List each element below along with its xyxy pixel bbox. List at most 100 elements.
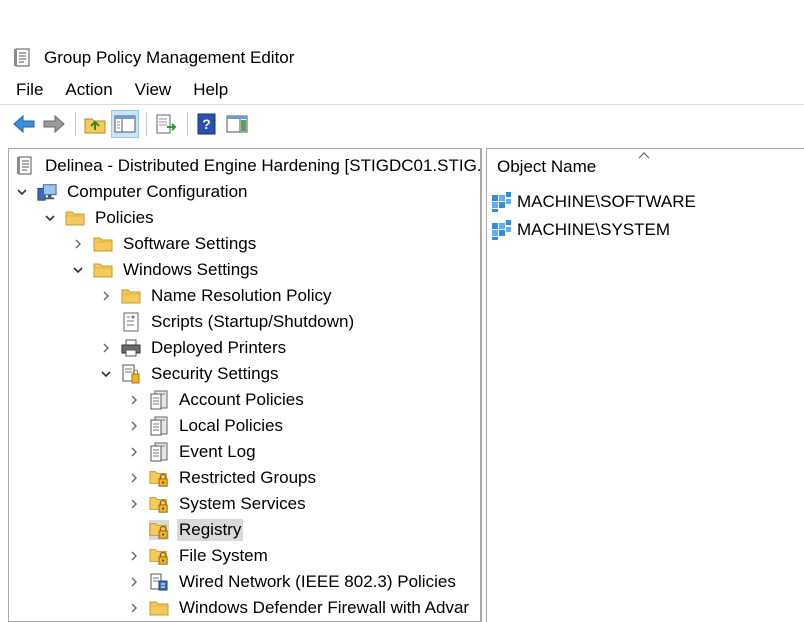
- policy-book-icon: [149, 416, 169, 436]
- console-tree: Delinea - Distributed Engine Hardening […: [8, 148, 482, 622]
- menu-view[interactable]: View: [125, 80, 184, 100]
- policy-book-icon: [149, 442, 169, 462]
- show-hide-console-tree-button[interactable]: [111, 109, 139, 138]
- security-settings-icon: [121, 364, 141, 384]
- list-item[interactable]: MACHINE\SOFTWARE: [491, 189, 696, 215]
- locked-folder-icon: [149, 468, 169, 488]
- chevron-right-icon[interactable]: [127, 601, 141, 615]
- chevron-down-icon[interactable]: [43, 211, 57, 225]
- title-bar: Group Policy Management Editor: [0, 40, 804, 76]
- tree-item-label: Security Settings: [151, 364, 279, 383]
- help-button[interactable]: ?: [193, 110, 221, 138]
- folder-icon: [121, 286, 141, 306]
- tree-item[interactable]: Event Log: [127, 439, 258, 465]
- chevron-right-icon[interactable]: [127, 471, 141, 485]
- show-hide-action-pane-icon: [226, 115, 248, 132]
- back-button[interactable]: [10, 110, 38, 138]
- tree-item[interactable]: Security Settings: [99, 361, 281, 387]
- tree-item-label: Policies: [95, 208, 154, 227]
- chevron-down-icon[interactable]: [71, 263, 85, 277]
- tree-item[interactable]: Delinea - Distributed Engine Hardening […: [15, 153, 482, 179]
- tree-item[interactable]: Software Settings: [71, 231, 258, 257]
- chevron-down-icon[interactable]: [15, 185, 29, 199]
- toolbar: ?: [0, 104, 804, 142]
- show-hide-console-tree-icon: [114, 115, 136, 132]
- tree-item[interactable]: Policies: [43, 205, 156, 231]
- tree-item-label: Deployed Printers: [151, 338, 287, 357]
- locked-folder-icon: [149, 494, 169, 514]
- policy-book-icon: [149, 390, 169, 410]
- tree-item[interactable]: System Services: [127, 491, 308, 517]
- folder-icon: [93, 260, 113, 280]
- tree-item[interactable]: Windows Settings: [71, 257, 260, 283]
- tree-item[interactable]: Name Resolution Policy: [99, 283, 333, 309]
- locked-folder-icon: [149, 520, 169, 540]
- main-panes: Delinea - Distributed Engine Hardening […: [0, 146, 804, 622]
- menu-file[interactable]: File: [0, 80, 55, 100]
- chevron-right-icon[interactable]: [127, 549, 141, 563]
- chevron-right-icon[interactable]: [127, 497, 141, 511]
- back-arrow-icon: [13, 114, 35, 133]
- folder-icon: [65, 208, 85, 228]
- column-header-object-name[interactable]: Object Name: [487, 149, 804, 185]
- gpo-editor-icon: [14, 48, 32, 68]
- tree-item-label: Registry: [177, 519, 244, 541]
- chevron-right-icon[interactable]: [127, 445, 141, 459]
- tree-item-label: Delinea - Distributed Engine Hardening […: [45, 156, 482, 175]
- tree-item[interactable]: Computer Configuration: [15, 179, 249, 205]
- up-one-level-button[interactable]: [81, 110, 109, 138]
- list-item-label: MACHINE\SYSTEM: [517, 220, 671, 239]
- tree-item-label: Scripts (Startup/Shutdown): [151, 312, 355, 331]
- chevron-right-icon[interactable]: [127, 419, 141, 433]
- list-item[interactable]: MACHINE\SYSTEM: [491, 217, 670, 243]
- svg-text:?: ?: [202, 116, 211, 132]
- tree-item-label: Computer Configuration: [67, 182, 248, 201]
- locked-folder-icon: [149, 546, 169, 566]
- tree-item-label: Name Resolution Policy: [151, 286, 332, 305]
- toolbar-separator: [75, 111, 76, 136]
- menu-help[interactable]: Help: [183, 80, 240, 100]
- forward-button[interactable]: [40, 110, 68, 138]
- tree-item-label: Event Log: [179, 442, 256, 461]
- computer-icon: [37, 182, 57, 202]
- tree-item-label: Windows Settings: [123, 260, 259, 279]
- tree-item-label: Wired Network (IEEE 802.3) Policies: [179, 572, 456, 591]
- registry-key-icon: [491, 191, 513, 213]
- tree-item-label: System Services: [179, 494, 306, 513]
- sort-ascending-icon: [637, 149, 651, 163]
- tree-item[interactable]: Windows Defender Firewall with Advar: [127, 595, 471, 621]
- tree-item[interactable]: Restricted Groups: [127, 465, 318, 491]
- toolbar-separator: [146, 111, 147, 136]
- forward-arrow-icon: [43, 114, 65, 133]
- script-icon: [121, 312, 141, 332]
- tree-item[interactable]: Deployed Printers: [99, 335, 288, 361]
- show-hide-action-pane-button[interactable]: [223, 110, 251, 138]
- tree-item[interactable]: Registry: [127, 517, 244, 543]
- tree-item-label: Account Policies: [179, 390, 304, 409]
- network-policy-icon: [149, 572, 169, 592]
- chevron-right-icon[interactable]: [99, 289, 113, 303]
- chevron-down-icon[interactable]: [99, 367, 113, 381]
- export-list-button[interactable]: [152, 110, 180, 138]
- menu-action[interactable]: Action: [55, 80, 124, 100]
- tree-item[interactable]: Scripts (Startup/Shutdown): [99, 309, 356, 335]
- chevron-right-icon[interactable]: [127, 575, 141, 589]
- printer-icon: [121, 338, 141, 358]
- tree-item[interactable]: File System: [127, 543, 270, 569]
- tree-item-label: Restricted Groups: [179, 468, 316, 487]
- chevron-right-icon[interactable]: [99, 341, 113, 355]
- folder-icon: [149, 598, 169, 618]
- gpo-document-icon: [15, 156, 35, 176]
- tree-item-label: Software Settings: [123, 234, 257, 253]
- export-list-icon: [156, 114, 177, 133]
- tree-item[interactable]: Account Policies: [127, 387, 306, 413]
- details-pane: Object Name MACHINE\SOFTWARE MACHINE\SYST…: [486, 148, 804, 622]
- tree-item[interactable]: Local Policies: [127, 413, 285, 439]
- chevron-right-icon[interactable]: [127, 393, 141, 407]
- list-item-label: MACHINE\SOFTWARE: [517, 192, 696, 211]
- chevron-right-icon[interactable]: [71, 237, 85, 251]
- folder-icon: [93, 234, 113, 254]
- help-icon: ?: [197, 113, 216, 134]
- up-folder-icon: [84, 118, 106, 133]
- tree-item[interactable]: Wired Network (IEEE 802.3) Policies: [127, 569, 458, 595]
